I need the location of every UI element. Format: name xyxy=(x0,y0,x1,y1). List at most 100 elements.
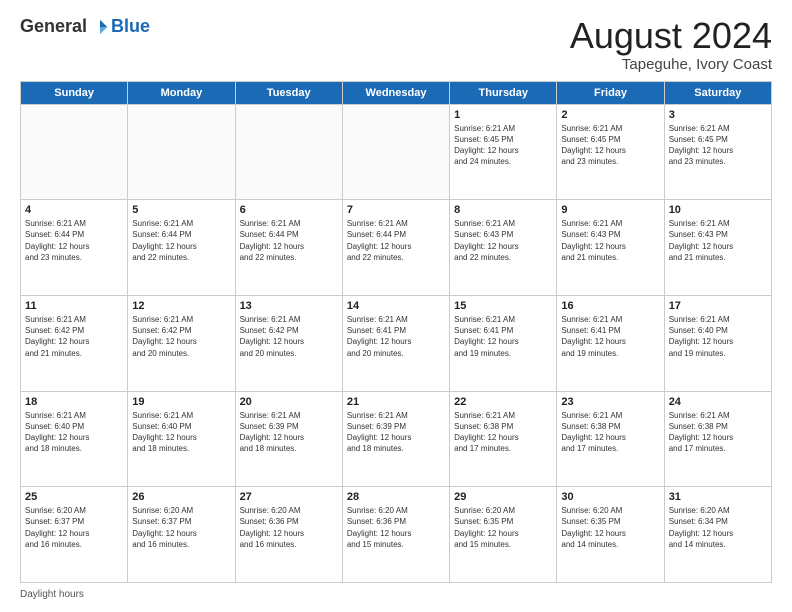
calendar-cell: 30 Sunrise: 6:20 AM Sunset: 6:35 PM Dayli… xyxy=(557,487,664,583)
day-number: 19 xyxy=(132,396,230,408)
calendar-cell: 14 Sunrise: 6:21 AM Sunset: 6:41 PM Dayli… xyxy=(342,295,449,391)
calendar-cell: 10 Sunrise: 6:21 AM Sunset: 6:43 PM Dayli… xyxy=(664,200,771,296)
calendar-cell: 2 Sunrise: 6:21 AM Sunset: 6:45 PM Daylig… xyxy=(557,104,664,200)
calendar-cell: 28Sunrise: 6:20 AM Sunset: 6:36 PM Dayli… xyxy=(342,487,449,583)
day-info: Sunrise: 6:20 AM Sunset: 6:35 PM Dayligh… xyxy=(454,505,552,550)
calendar-week-4: 18Sunrise: 6:21 AM Sunset: 6:40 PM Dayli… xyxy=(21,391,772,487)
calendar-cell: 13Sunrise: 6:21 AM Sunset: 6:42 PM Dayli… xyxy=(235,295,342,391)
calendar-cell: 31Sunrise: 6:20 AM Sunset: 6:34 PM Dayli… xyxy=(664,487,771,583)
day-number: 23 xyxy=(561,396,659,408)
day-info: Sunrise: 6:20 AM Sunset: 6:35 PM Dayligh… xyxy=(561,505,659,550)
page: General Blue August 2024 Tapeguhe, Ivory… xyxy=(0,0,792,612)
day-info: Sunrise: 6:21 AM Sunset: 6:40 PM Dayligh… xyxy=(25,410,123,455)
calendar-cell: 26Sunrise: 6:20 AM Sunset: 6:37 PM Dayli… xyxy=(128,487,235,583)
calendar-cell: 1Sunrise: 6:21 AM Sunset: 6:45 PM Daylig… xyxy=(450,104,557,200)
day-number: 13 xyxy=(240,300,338,312)
calendar-cell: 29 Sunrise: 6:20 AM Sunset: 6:35 PM Dayli… xyxy=(450,487,557,583)
logo: General Blue xyxy=(20,16,150,37)
month-year: August 2024 xyxy=(570,16,772,56)
day-number: 7 xyxy=(347,204,445,216)
calendar-cell: 6 Sunrise: 6:21 AM Sunset: 6:44 PM Daylig… xyxy=(235,200,342,296)
day-number: 9 xyxy=(561,204,659,216)
day-info: Sunrise: 6:21 AM Sunset: 6:44 PM Dayligh… xyxy=(240,218,338,263)
day-number: 8 xyxy=(454,204,552,216)
day-number: 22 xyxy=(454,396,552,408)
calendar-cell: 19Sunrise: 6:21 AM Sunset: 6:40 PM Dayli… xyxy=(128,391,235,487)
calendar-cell xyxy=(128,104,235,200)
calendar-header-friday: Friday xyxy=(557,81,664,104)
day-number: 21 xyxy=(347,396,445,408)
day-info: Sunrise: 6:21 AM Sunset: 6:38 PM Dayligh… xyxy=(454,410,552,455)
calendar-header-row: SundayMondayTuesdayWednesdayThursdayFrid… xyxy=(21,81,772,104)
calendar-cell: 27 Sunrise: 6:20 AM Sunset: 6:36 PM Dayli… xyxy=(235,487,342,583)
day-info: Sunrise: 6:21 AM Sunset: 6:38 PM Dayligh… xyxy=(561,410,659,455)
calendar-week-5: 25Sunrise: 6:20 AM Sunset: 6:37 PM Dayli… xyxy=(21,487,772,583)
day-info: Sunrise: 6:20 AM Sunset: 6:37 PM Dayligh… xyxy=(25,505,123,550)
day-number: 5 xyxy=(132,204,230,216)
day-info: Sunrise: 6:21 AM Sunset: 6:41 PM Dayligh… xyxy=(347,314,445,359)
day-info: Sunrise: 6:20 AM Sunset: 6:34 PM Dayligh… xyxy=(669,505,767,550)
day-number: 27 xyxy=(240,491,338,503)
day-info: Sunrise: 6:21 AM Sunset: 6:39 PM Dayligh… xyxy=(347,410,445,455)
day-info: Sunrise: 6:21 AM Sunset: 6:45 PM Dayligh… xyxy=(669,123,767,168)
calendar-cell: 11Sunrise: 6:21 AM Sunset: 6:42 PM Dayli… xyxy=(21,295,128,391)
calendar-header-sunday: Sunday xyxy=(21,81,128,104)
calendar-week-2: 4 Sunrise: 6:21 AM Sunset: 6:44 PM Daylig… xyxy=(21,200,772,296)
day-info: Sunrise: 6:21 AM Sunset: 6:45 PM Dayligh… xyxy=(454,123,552,168)
day-number: 17 xyxy=(669,300,767,312)
calendar-cell: 22 Sunrise: 6:21 AM Sunset: 6:38 PM Dayli… xyxy=(450,391,557,487)
day-number: 29 xyxy=(454,491,552,503)
day-number: 3 xyxy=(669,109,767,121)
day-number: 11 xyxy=(25,300,123,312)
calendar-header-monday: Monday xyxy=(128,81,235,104)
day-info: Sunrise: 6:21 AM Sunset: 6:40 PM Dayligh… xyxy=(669,314,767,359)
day-number: 10 xyxy=(669,204,767,216)
day-number: 30 xyxy=(561,491,659,503)
calendar-cell: 25Sunrise: 6:20 AM Sunset: 6:37 PM Dayli… xyxy=(21,487,128,583)
day-number: 12 xyxy=(132,300,230,312)
logo-general: General xyxy=(20,16,87,37)
day-number: 6 xyxy=(240,204,338,216)
logo-area: General Blue xyxy=(20,16,150,37)
calendar-cell: 3 Sunrise: 6:21 AM Sunset: 6:45 PM Daylig… xyxy=(664,104,771,200)
calendar-cell: 16Sunrise: 6:21 AM Sunset: 6:41 PM Dayli… xyxy=(557,295,664,391)
calendar-cell xyxy=(342,104,449,200)
calendar-header-saturday: Saturday xyxy=(664,81,771,104)
calendar-header-tuesday: Tuesday xyxy=(235,81,342,104)
day-info: Sunrise: 6:21 AM Sunset: 6:41 PM Dayligh… xyxy=(454,314,552,359)
day-number: 2 xyxy=(561,109,659,121)
calendar-cell: 5Sunrise: 6:21 AM Sunset: 6:44 PM Daylig… xyxy=(128,200,235,296)
day-number: 20 xyxy=(240,396,338,408)
calendar-cell: 20 Sunrise: 6:21 AM Sunset: 6:39 PM Dayli… xyxy=(235,391,342,487)
day-info: Sunrise: 6:21 AM Sunset: 6:39 PM Dayligh… xyxy=(240,410,338,455)
calendar-cell: 18Sunrise: 6:21 AM Sunset: 6:40 PM Dayli… xyxy=(21,391,128,487)
calendar-week-3: 11Sunrise: 6:21 AM Sunset: 6:42 PM Dayli… xyxy=(21,295,772,391)
footer: Daylight hours xyxy=(20,589,772,600)
day-info: Sunrise: 6:21 AM Sunset: 6:38 PM Dayligh… xyxy=(669,410,767,455)
day-number: 24 xyxy=(669,396,767,408)
title-area: August 2024 Tapeguhe, Ivory Coast xyxy=(570,16,772,73)
calendar-cell: 9Sunrise: 6:21 AM Sunset: 6:43 PM Daylig… xyxy=(557,200,664,296)
day-info: Sunrise: 6:20 AM Sunset: 6:37 PM Dayligh… xyxy=(132,505,230,550)
calendar-table: SundayMondayTuesdayWednesdayThursdayFrid… xyxy=(20,81,772,583)
calendar-cell xyxy=(235,104,342,200)
calendar-cell: 21 Sunrise: 6:21 AM Sunset: 6:39 PM Dayli… xyxy=(342,391,449,487)
calendar-header-thursday: Thursday xyxy=(450,81,557,104)
calendar-cell: 7 Sunrise: 6:21 AM Sunset: 6:44 PM Daylig… xyxy=(342,200,449,296)
header: General Blue August 2024 Tapeguhe, Ivory… xyxy=(20,16,772,73)
day-info: Sunrise: 6:21 AM Sunset: 6:45 PM Dayligh… xyxy=(561,123,659,168)
day-number: 14 xyxy=(347,300,445,312)
day-info: Sunrise: 6:20 AM Sunset: 6:36 PM Dayligh… xyxy=(347,505,445,550)
day-info: Sunrise: 6:20 AM Sunset: 6:36 PM Dayligh… xyxy=(240,505,338,550)
calendar-cell: 12Sunrise: 6:21 AM Sunset: 6:42 PM Dayli… xyxy=(128,295,235,391)
day-number: 4 xyxy=(25,204,123,216)
day-info: Sunrise: 6:21 AM Sunset: 6:43 PM Dayligh… xyxy=(669,218,767,263)
day-info: Sunrise: 6:21 AM Sunset: 6:43 PM Dayligh… xyxy=(454,218,552,263)
day-info: Sunrise: 6:21 AM Sunset: 6:41 PM Dayligh… xyxy=(561,314,659,359)
daylight-label: Daylight hours xyxy=(20,589,84,600)
calendar-cell: 4Sunrise: 6:21 AM Sunset: 6:44 PM Daylig… xyxy=(21,200,128,296)
day-info: Sunrise: 6:21 AM Sunset: 6:44 PM Dayligh… xyxy=(347,218,445,263)
calendar-cell: 23 Sunrise: 6:21 AM Sunset: 6:38 PM Dayli… xyxy=(557,391,664,487)
logo-blue: Blue xyxy=(111,16,150,37)
location: Tapeguhe, Ivory Coast xyxy=(570,56,772,73)
